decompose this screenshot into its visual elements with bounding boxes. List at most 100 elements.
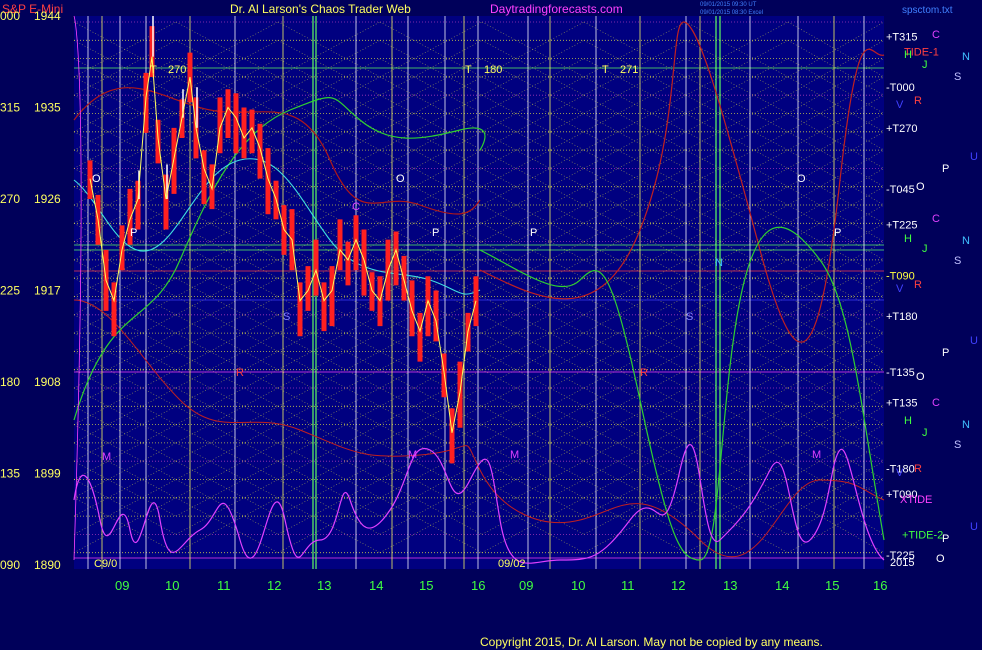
planet-letter: U bbox=[970, 151, 978, 163]
chaos-trader-chart: S&P E-Mini Dr. Al Larson's Chaos Trader … bbox=[0, 0, 982, 650]
plot-label: S bbox=[686, 311, 693, 323]
x-tick-label: 16 bbox=[873, 578, 887, 593]
plot-label: M bbox=[102, 451, 111, 463]
x-bottom-label: 09/02 bbox=[498, 558, 526, 570]
right-label: +TIDE-2 bbox=[902, 530, 943, 542]
site-title: Dr. Al Larson's Chaos Trader Web bbox=[230, 2, 411, 16]
planet-letter: P bbox=[942, 533, 949, 545]
planet-letter: C bbox=[932, 397, 940, 409]
planet-letter: P bbox=[942, 347, 949, 359]
planet-letter: H bbox=[904, 415, 912, 427]
planet-letter: V bbox=[896, 99, 904, 111]
y-tick-price: 1899 bbox=[34, 467, 61, 481]
plot-label: O bbox=[92, 173, 101, 185]
planet-letter: O bbox=[916, 371, 925, 383]
right-label: -T135 bbox=[886, 367, 915, 379]
planet-letter: V bbox=[896, 467, 904, 479]
planet-letter: U bbox=[970, 335, 978, 347]
plot-label: P bbox=[834, 227, 841, 239]
x-tick-label: 16 bbox=[471, 578, 485, 593]
y-tick-angle: 135 bbox=[0, 467, 20, 481]
y-tick-price: 1935 bbox=[34, 101, 61, 115]
planet-letter: P bbox=[942, 163, 949, 175]
planet-letter: J bbox=[922, 243, 928, 255]
website-link[interactable]: Daytradingforecasts.com bbox=[490, 2, 623, 16]
y-tick-angle: 270 bbox=[0, 192, 20, 206]
x-tick-label: 10 bbox=[165, 578, 179, 593]
planet-letter: H bbox=[904, 49, 912, 61]
plot-label: P bbox=[530, 227, 537, 239]
right-label: -T045 bbox=[886, 184, 915, 196]
x-tick-label: 13 bbox=[317, 578, 331, 593]
x-bottom-label: C9/0 bbox=[94, 558, 117, 570]
x-tick-label: 13 bbox=[723, 578, 737, 593]
y-tick-angle: 090 bbox=[0, 558, 20, 572]
y-tick-price: 1890 bbox=[34, 558, 61, 572]
y-tick-price: 1944 bbox=[34, 9, 61, 23]
planet-letter: J bbox=[922, 59, 928, 71]
planet-letter: S bbox=[954, 71, 961, 83]
planet-letter: V bbox=[896, 283, 904, 295]
planet-letter: S bbox=[954, 439, 961, 451]
filename-label: spsctom.txt bbox=[902, 5, 953, 16]
planet-letter: R bbox=[914, 463, 922, 475]
planet-letter: J bbox=[922, 427, 928, 439]
y-tick-angle: 000 bbox=[0, 9, 20, 23]
planet-letter: R bbox=[914, 95, 922, 107]
planet-letter: H bbox=[904, 233, 912, 245]
planet-letter: C bbox=[932, 29, 940, 41]
right-label: +T270 bbox=[886, 123, 918, 135]
right-label: +T225 bbox=[886, 219, 918, 231]
planet-letter: N bbox=[962, 419, 970, 431]
planet-letter: N bbox=[962, 235, 970, 247]
planet-letter: O bbox=[916, 181, 925, 193]
plot-label: T bbox=[150, 64, 157, 76]
plot-label: M bbox=[408, 449, 417, 461]
plot-label: 270 bbox=[168, 64, 186, 76]
right-label: -T000 bbox=[886, 82, 915, 94]
right-label: XTIDE bbox=[900, 494, 932, 506]
x-tick-label: 15 bbox=[419, 578, 433, 593]
plot-label: 180 bbox=[484, 64, 502, 76]
plot-label: P bbox=[130, 227, 137, 239]
x-tick-label: 09 bbox=[115, 578, 129, 593]
plot-label: C bbox=[352, 201, 360, 213]
y-tick-price: 1926 bbox=[34, 192, 61, 206]
y-tick-price: 1917 bbox=[34, 284, 61, 298]
x-tick-label: 09 bbox=[519, 578, 533, 593]
x-tick-label: 10 bbox=[571, 578, 585, 593]
right-label: -T090 bbox=[886, 270, 915, 282]
planet-letter: S bbox=[954, 255, 961, 267]
plot-label: 271 bbox=[620, 64, 638, 76]
x-tick-label: 12 bbox=[671, 578, 685, 593]
plot-label: O bbox=[797, 173, 806, 185]
copyright: Copyright 2015, Dr. Al Larson. May not b… bbox=[480, 635, 823, 649]
plot-label: P bbox=[432, 227, 439, 239]
y-tick-angle: 225 bbox=[0, 284, 20, 298]
x-tick-label: 14 bbox=[369, 578, 383, 593]
y-tick-angle: 315 bbox=[0, 101, 20, 115]
x-tick-label: 14 bbox=[775, 578, 789, 593]
planet-letter: R bbox=[914, 279, 922, 291]
stamp-line-2: 09/01/2015 08:30 Excel bbox=[700, 10, 763, 16]
y-tick-angle: 180 bbox=[0, 375, 20, 389]
x-tick-label: 11 bbox=[621, 578, 635, 593]
right-label: +T180 bbox=[886, 311, 918, 323]
y-tick-price: 1908 bbox=[34, 375, 61, 389]
x-tick-label: 15 bbox=[825, 578, 839, 593]
stamp-line-1: 09/01/2015 09:30 UT bbox=[700, 2, 757, 8]
plot-label: R bbox=[640, 367, 648, 379]
right-label: +T315 bbox=[886, 31, 918, 43]
right-label: -T225 bbox=[886, 550, 915, 562]
x-tick-label: 12 bbox=[267, 578, 281, 593]
plot-label: R bbox=[236, 367, 244, 379]
planet-letter: O bbox=[936, 553, 945, 565]
plot-label: T bbox=[602, 64, 609, 76]
plot-label: O bbox=[396, 173, 405, 185]
planet-letter: N bbox=[962, 51, 970, 63]
plot-label: M bbox=[812, 449, 821, 461]
planet-letter: C bbox=[932, 213, 940, 225]
x-tick-label: 11 bbox=[217, 578, 231, 593]
plot-label: S bbox=[283, 311, 290, 323]
plot-label: T bbox=[465, 64, 472, 76]
